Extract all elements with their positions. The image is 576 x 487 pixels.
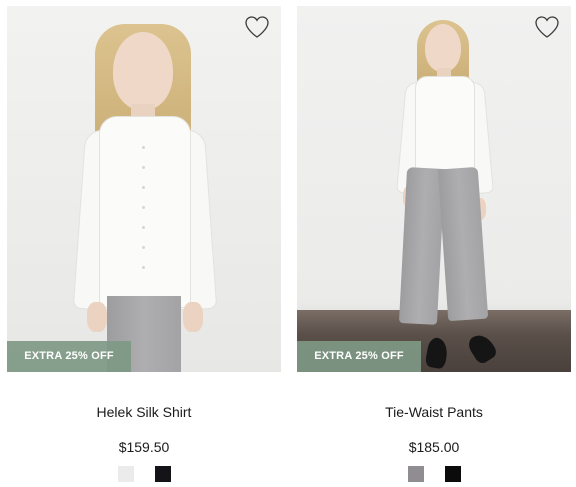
product-name[interactable]: Tie-Waist Pants [297, 402, 571, 422]
product-image[interactable]: EXTRA 25% OFF [297, 6, 571, 372]
wishlist-heart-icon[interactable] [244, 15, 270, 39]
color-swatch-black[interactable] [154, 466, 171, 482]
discount-badge: EXTRA 25% OFF [7, 341, 131, 372]
product-price: $159.50 [118, 439, 170, 455]
color-swatch-black[interactable] [444, 466, 461, 482]
product-name[interactable]: Helek Silk Shirt [7, 402, 281, 422]
color-swatch-gray[interactable] [407, 466, 424, 482]
discount-badge: EXTRA 25% OFF [297, 341, 421, 372]
color-swatches [297, 466, 571, 482]
model-figure [7, 6, 281, 372]
product-image[interactable]: EXTRA 25% OFF [7, 6, 281, 372]
product-card[interactable]: EXTRA 25% OFF Tie-Waist Pants $185.00 [297, 6, 571, 482]
model-figure [297, 6, 571, 372]
color-swatches [7, 466, 281, 482]
wishlist-heart-icon[interactable] [534, 15, 560, 39]
product-price: $185.00 [408, 439, 460, 455]
color-swatch-light-gray[interactable] [117, 466, 134, 482]
product-grid: EXTRA 25% OFF Helek Silk Shirt $159.50 E… [0, 0, 576, 487]
product-card[interactable]: EXTRA 25% OFF Helek Silk Shirt $159.50 [7, 6, 281, 482]
